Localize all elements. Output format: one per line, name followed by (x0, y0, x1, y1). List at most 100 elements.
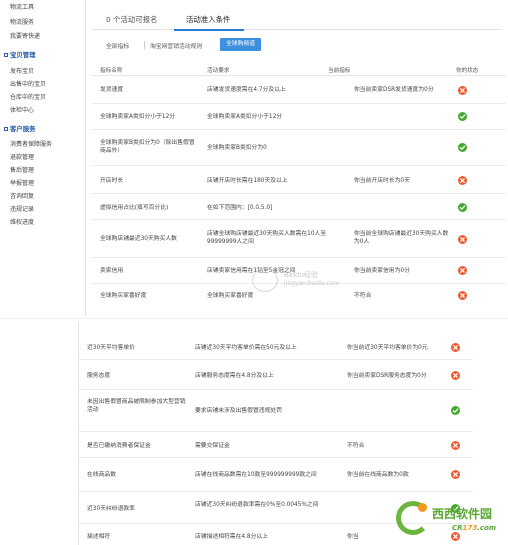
fail-icon (451, 371, 460, 380)
table-row: 未因出售假冒商品被限制参加大型营销活动 要求店铺未涉及出售假冒违规处罚 (79, 390, 473, 432)
pass-icon (458, 203, 467, 212)
metric-name: 全球购卖家A类扣分小于12分 (100, 114, 176, 120)
domain-part: 173 (462, 524, 478, 532)
fail-icon (451, 441, 460, 450)
watermark-title: 西西软件园 (432, 507, 493, 521)
section-divider (0, 318, 508, 319)
metric-current: 你当 (347, 534, 359, 540)
logo-dot-icon (418, 503, 427, 512)
metric-requirement: 店铺发货速度需在4.7分及以上 (207, 87, 286, 93)
table-row: 开店时长 店铺开店时长需在180天及以上 你当前开店时长为0天 (92, 166, 506, 194)
sidebar-section-customer[interactable]: 客户服务 (4, 124, 36, 133)
table-row: 发货速度 店铺发货速度需在4.7分及以上 你当前卖家DSR发货速度为0分 (92, 76, 506, 104)
domain-part: .com (477, 524, 497, 532)
tab-entry-conditions[interactable]: 活动准入条件 (186, 14, 230, 25)
table-row: 在线商品数 店铺在线商品数需在10款至999999999款之间 你当前在线商品数… (79, 458, 473, 492)
sidebar-item-publish[interactable]: 发布宝贝 (10, 66, 34, 75)
baidu-jingyan-watermark: Baidu经验 jingyan.baidu.com (248, 266, 360, 294)
metric-requirement: 店铺全球购店铺最近30天购买人数需在10人至99999999人之间 (207, 231, 327, 245)
section-title: 客户服务 (10, 125, 36, 133)
sidebar-item-violations[interactable]: 违规记录 (10, 204, 34, 213)
sidebar-item-after-sales[interactable]: 售后管理 (10, 165, 34, 174)
metric-requirement: 在如下范围内：[0.0,5.0] (207, 205, 273, 211)
metric-current: 你当前近30天平均客单价为0元 (347, 345, 428, 351)
sidebar-section-goods[interactable]: 宝贝管理 (4, 50, 36, 59)
metric-requirement: 需要交保证金 (195, 443, 230, 449)
metric-requirement: 店铺描述相符需在4.8分以上 (195, 534, 268, 540)
metric-current: 不符合 (347, 443, 365, 449)
pass-icon (451, 406, 460, 415)
fail-icon (458, 86, 467, 95)
metric-current: 不符合 (354, 293, 372, 299)
sidebar-link-send-express[interactable]: 我要寄快递 (10, 31, 40, 40)
collapse-square-icon (4, 53, 8, 57)
metric-name: 服务态度 (87, 373, 111, 379)
subnav-divider (144, 41, 145, 49)
metric-name: 发货速度 (100, 87, 124, 93)
metric-requirement: 店铺服务态度需在4.8分及以上 (195, 373, 274, 379)
table-row: 是否已缴纳消费者保证金 需要交保证金 不符合 (79, 432, 473, 458)
sidebar-item-disputes[interactable]: 维权进度 (10, 217, 34, 226)
table-row: 全球购卖家A类扣分小于12分 全球购卖家A类扣分小于12分 (92, 104, 506, 130)
sidebar: 物流工具 物流服务 我要寄快递 宝贝管理 发布宝贝 出售中的宝贝 仓库中的宝贝 … (0, 0, 86, 316)
pass-icon (458, 112, 467, 121)
cr173-watermark: 西西软件园 CR173.com (392, 497, 508, 545)
domain-part: CR (452, 524, 463, 532)
metric-requirement: 全球购卖家A类扣分小于12分 (207, 114, 283, 120)
metric-name: 全球购买家喜好度 (100, 293, 147, 299)
sidebar-item-warehouse[interactable]: 仓库中的宝贝 (10, 92, 46, 101)
fail-icon (458, 291, 467, 300)
fail-icon (458, 176, 467, 185)
metric-current: 你当前卖家DSR发货速度为0分 (354, 87, 434, 93)
metric-current: 你当前在线商品数为0款 (347, 472, 409, 478)
metric-name: 是否已缴纳消费者保证金 (87, 443, 151, 449)
table-row: 近30天平均客单价 店铺近30天平均客单价需在50元及以上 你当前近30天平均客… (79, 332, 473, 360)
pass-icon (458, 143, 467, 152)
active-tab-indicator (174, 29, 244, 31)
metric-current: 你当前开店时长为0天 (354, 178, 410, 184)
collapse-square-icon (4, 127, 8, 131)
table-row: 全球购卖家B类扣分为0（除出售假冒商品外） 全球购卖家B类扣分为0 (92, 130, 506, 166)
filter-taobao-rules[interactable]: 淘宝网营销活动规则 (150, 41, 202, 50)
fail-icon (458, 266, 467, 275)
column-header-current: 当前指标 (328, 68, 351, 74)
metric-requirement: 要求店铺未涉及出售假冒违规处罚 (195, 408, 282, 414)
sidebar-link-logistics-tools[interactable]: 物流工具 (10, 2, 34, 11)
tab-available-activities[interactable]: 0 个活动可报名 (106, 14, 157, 25)
column-header-requirement: 活动要求 (207, 68, 230, 74)
metric-current: 你当前卖家信用为0分 (354, 268, 410, 274)
sidebar-item-inquiries[interactable]: 咨询回复 (10, 191, 34, 200)
column-header-name: 指标名称 (100, 68, 123, 74)
fail-icon (451, 470, 460, 479)
paw-logo-icon (252, 268, 278, 292)
metric-name: 卖家信用 (100, 268, 124, 274)
metric-name: 近30天纠纷退款率 (87, 506, 135, 512)
metric-requirement: 全球购卖家B类扣分为0 (207, 145, 267, 151)
sidebar-link-logistics-service[interactable]: 物流服务 (10, 17, 34, 26)
metric-name: 开店时长 (100, 178, 124, 184)
watermark-url: jingyan.baidu.com (284, 280, 340, 287)
metric-name: 近30天平均客单价 (87, 345, 135, 351)
sidebar-item-refunds[interactable]: 退款管理 (10, 152, 34, 161)
sidebar-item-reports[interactable]: 举报管理 (10, 178, 34, 187)
sidebar-item-consumer-protection[interactable]: 消费者保障服务 (10, 139, 52, 148)
metric-requirement: 店铺在线商品数需在10款至999999999款之间 (195, 472, 317, 478)
sidebar-item-on-sale[interactable]: 出售中的宝贝 (10, 79, 46, 88)
filter-global-channel[interactable]: 全球购频道 (220, 38, 261, 51)
table-header: 指标名称 活动要求 当前指标 你的状态 (92, 62, 506, 76)
column-header-status: 你的状态 (456, 68, 479, 74)
metric-name: 虚拟信用占比(填写百分比) (100, 205, 169, 211)
filter-all-metrics[interactable]: 全部指标 (106, 41, 129, 50)
metric-name: 描述相符 (87, 534, 111, 540)
metric-name: 在线商品数 (87, 472, 116, 478)
metric-name: 未因出售假冒商品被限制参加大型营销活动 (87, 399, 186, 413)
fail-icon (451, 343, 460, 352)
metric-requirement: 店铺开店时长需在180天及以上 (207, 178, 288, 184)
table-row: 全球购店铺最近30天购买人数 店铺全球购店铺最近30天购买人数需在10人至999… (92, 220, 506, 258)
sidebar-item-checkup[interactable]: 体检中心 (10, 105, 34, 114)
fail-icon (458, 235, 467, 244)
metric-requirement: 店铺近30天纠纷退款率需在0%至0.0045%之间 (195, 502, 319, 508)
section-title: 宝贝管理 (10, 51, 36, 59)
metric-current: 你当前全球购店铺最近30天购买人数为0人 (354, 231, 449, 245)
metric-name: 全球购店铺最近30天购买人数 (100, 236, 177, 242)
